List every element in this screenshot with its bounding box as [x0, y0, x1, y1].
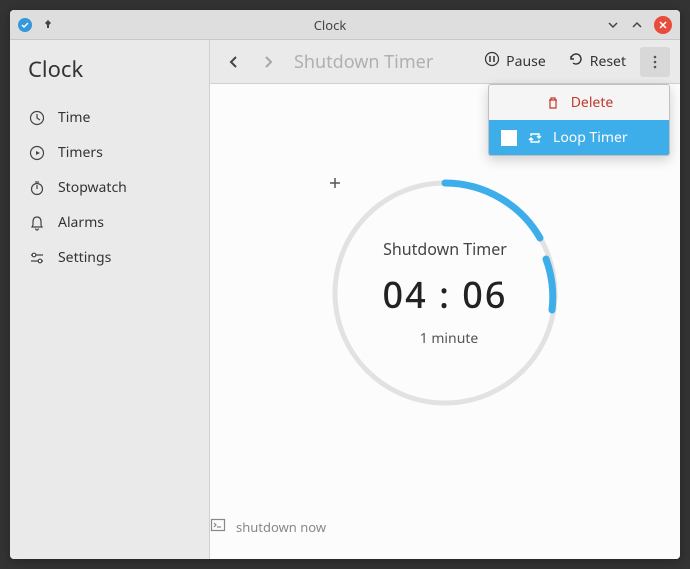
sidebar-item-label: Alarms — [58, 213, 104, 232]
sidebar-item-alarms[interactable]: Alarms — [10, 205, 209, 240]
sidebar-item-settings[interactable]: Settings — [10, 240, 209, 275]
maximize-button[interactable] — [630, 18, 644, 32]
loop-checkbox[interactable] — [501, 130, 517, 146]
minimize-button[interactable] — [606, 18, 620, 32]
toolbar: Shutdown Timer Pause Reset — [210, 40, 680, 84]
forward-button[interactable] — [254, 48, 282, 76]
timer-icon — [28, 144, 46, 162]
toolbar-title: Shutdown Timer — [294, 50, 470, 74]
pause-button[interactable]: Pause — [476, 47, 554, 76]
timer-ring: Shutdown Timer 04 : 06 1 minute — [328, 176, 562, 410]
bell-icon — [28, 214, 46, 232]
sliders-icon — [28, 249, 46, 267]
stopwatch-icon — [28, 179, 46, 197]
sidebar-item-label: Timers — [58, 143, 103, 162]
reset-label: Reset — [590, 52, 626, 71]
reset-icon — [568, 51, 584, 72]
sidebar-item-label: Time — [58, 108, 90, 127]
sidebar-item-label: Stopwatch — [58, 178, 127, 197]
close-button[interactable] — [654, 16, 672, 34]
terminal-icon — [210, 517, 226, 537]
pause-icon — [484, 51, 500, 72]
loop-icon — [527, 130, 543, 146]
sidebar-item-label: Settings — [58, 248, 111, 267]
sidebar-item-stopwatch[interactable]: Stopwatch — [10, 170, 209, 205]
clock-icon — [28, 109, 46, 127]
command-text: shutdown now — [236, 518, 326, 536]
app-window: Clock Clock Time — [10, 10, 680, 559]
context-menu: Delete Loop Timer — [488, 84, 670, 156]
menu-item-loop[interactable]: Loop Timer — [489, 120, 669, 155]
sidebar-item-timers[interactable]: Timers — [10, 135, 209, 170]
app-badge-icon — [18, 18, 32, 32]
sidebar-header: Clock — [10, 40, 209, 94]
sidebar-item-time[interactable]: Time — [10, 100, 209, 135]
reset-button[interactable]: Reset — [560, 47, 634, 76]
menu-loop-label: Loop Timer — [553, 128, 628, 147]
sidebar: Clock Time Timers — [10, 40, 210, 559]
more-menu-button[interactable] — [640, 47, 670, 77]
pause-label: Pause — [506, 52, 546, 71]
titlebar: Clock — [10, 10, 680, 40]
trash-icon — [545, 95, 561, 111]
command-row: shutdown now — [210, 501, 680, 559]
menu-delete-label: Delete — [571, 93, 614, 112]
back-button[interactable] — [220, 48, 248, 76]
pin-icon[interactable] — [42, 19, 54, 31]
menu-item-delete[interactable]: Delete — [489, 85, 669, 120]
window-title: Clock — [54, 16, 606, 34]
